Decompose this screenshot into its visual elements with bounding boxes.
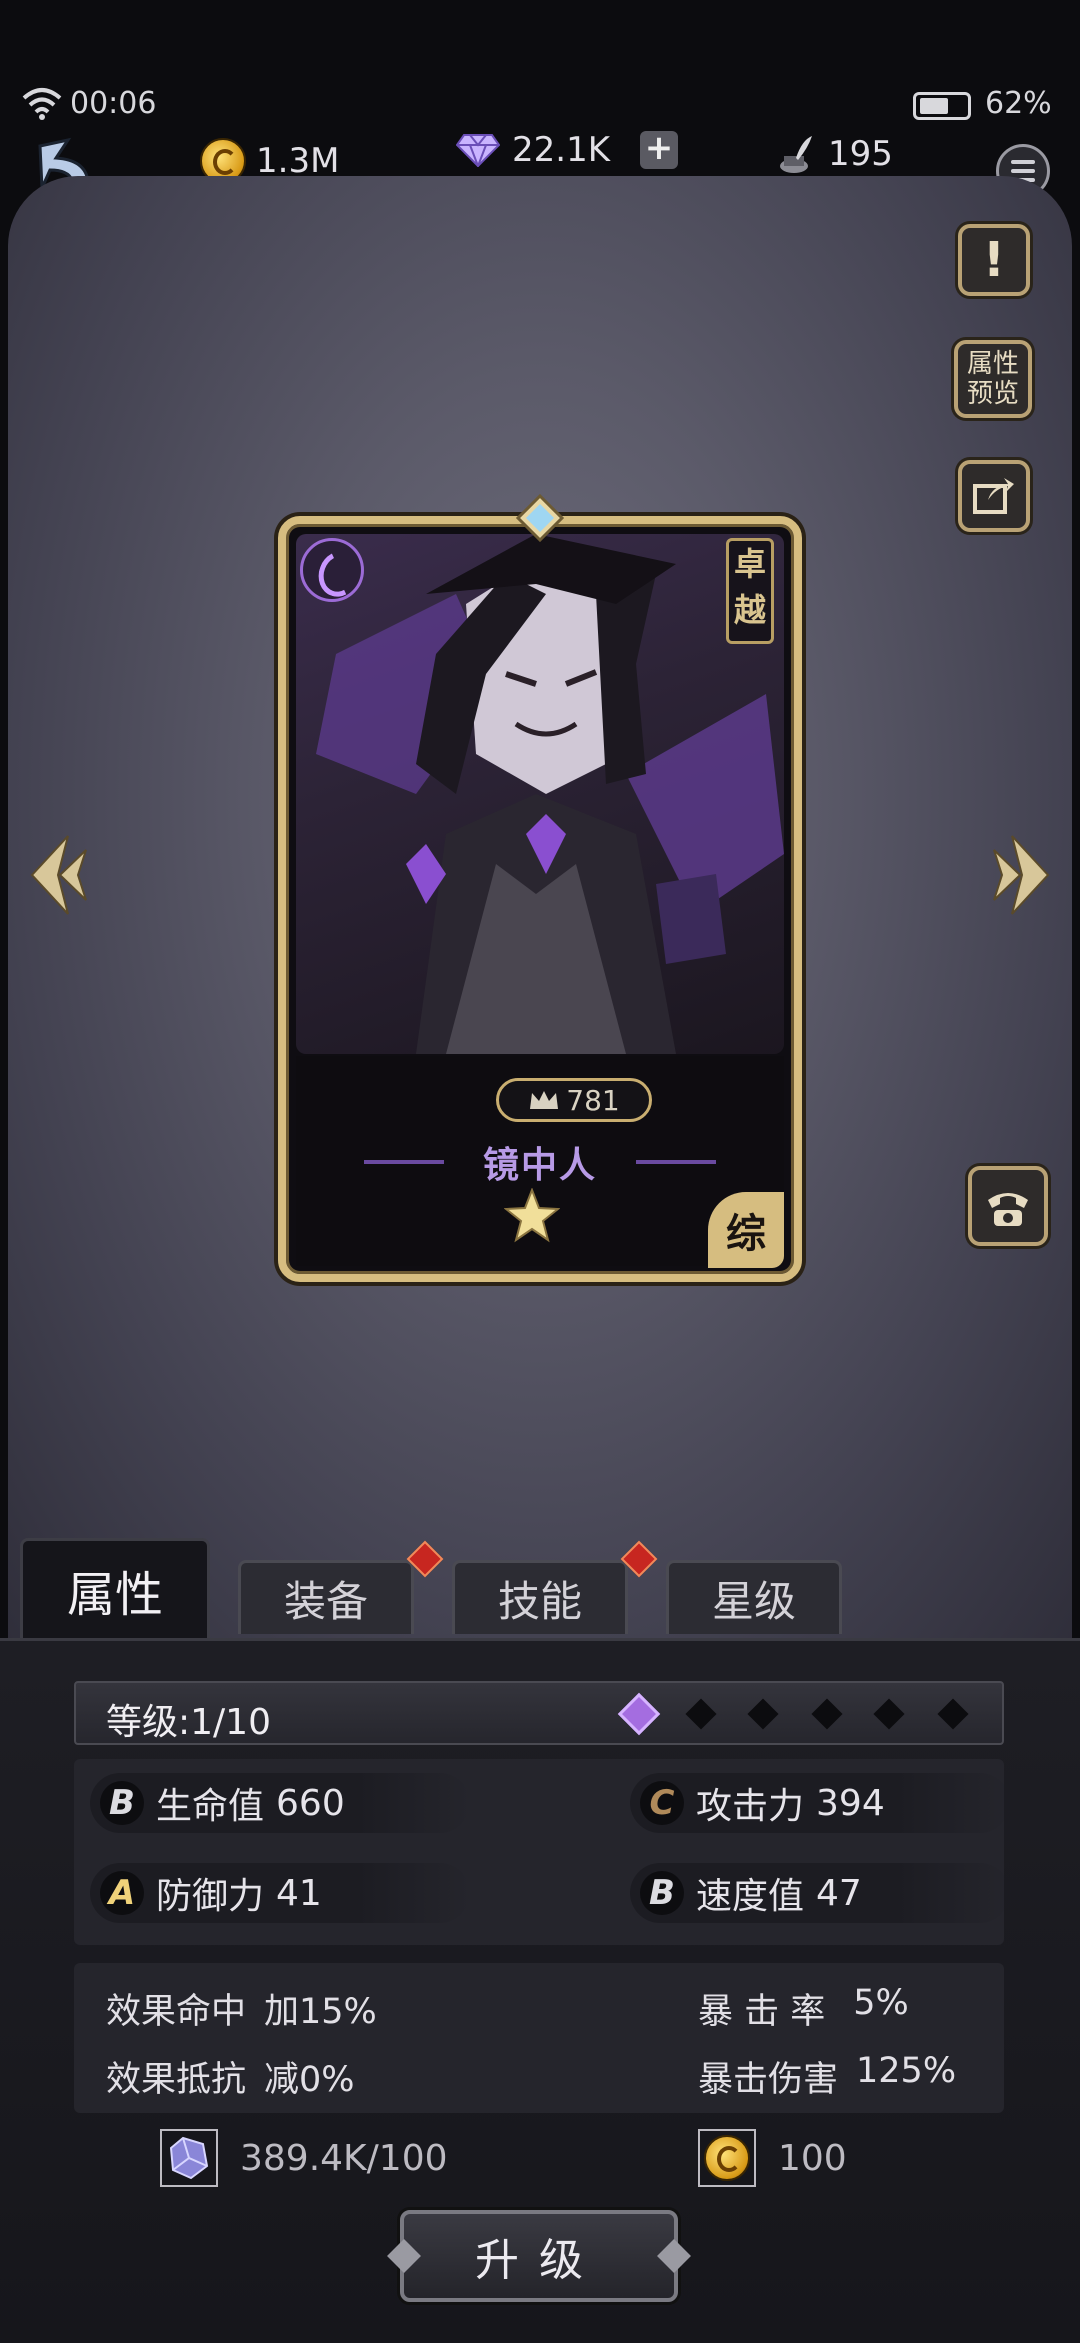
tab-label: 属性	[66, 1566, 163, 1623]
rarity-line1: 卓	[733, 545, 766, 583]
info-button[interactable]: !	[958, 224, 1030, 296]
level-pip-empty	[747, 1698, 779, 1730]
stat-value: 47	[816, 1872, 862, 1914]
level-pip-empty	[937, 1698, 969, 1730]
base-stats: B 生命值 660 C 攻击力 394 A 防御力 41 B 速度值 47	[74, 1759, 1010, 1945]
gold-amount: 1.3M	[256, 141, 340, 181]
level-text: 等级:1/10	[106, 1702, 271, 1743]
telephone-icon	[988, 1193, 1028, 1226]
tab-bar: 属性 装备 技能 星级	[0, 1538, 1080, 1638]
card-top-gem-icon	[516, 494, 564, 542]
wifi-icon	[22, 88, 62, 120]
level-pip-filled	[617, 1692, 661, 1736]
tab-label: 技能	[497, 1577, 582, 1626]
attribute-preview-button[interactable]: 属性 预览	[954, 340, 1032, 418]
crown-icon	[530, 1091, 559, 1109]
stat-attack: C 攻击力 394	[630, 1773, 1010, 1833]
crystal-icon	[160, 2129, 218, 2187]
tab-equipment[interactable]: 装备	[238, 1560, 414, 1634]
add-diamonds-button[interactable]: +	[640, 131, 678, 169]
stat-effect-hit: 效果命中 加15%	[106, 1983, 377, 2034]
stat-value: 394	[816, 1782, 885, 1824]
quill-amount: 195	[828, 134, 893, 174]
diamond-icon	[456, 134, 500, 167]
exclamation-icon: !	[983, 232, 1005, 288]
share-button[interactable]	[958, 460, 1030, 532]
status-bar: 00:06 62%	[0, 0, 1080, 140]
grade-icon: C	[640, 1781, 684, 1825]
stat-label: 防御力	[156, 1876, 265, 1917]
share-icon	[973, 478, 1014, 514]
tab-label: 星级	[711, 1577, 796, 1626]
stat-value: 660	[276, 1782, 345, 1824]
stat-crit-rate: 暴 击 率 5%	[698, 1983, 909, 2034]
quill-counter: 195	[778, 134, 893, 174]
diamond-counter: 22.1K +	[456, 130, 678, 170]
hero-power: 781	[566, 1083, 620, 1117]
stat-label: 暴 击 率	[698, 1992, 826, 2032]
stat-value: 125%	[856, 2051, 957, 2091]
status-time: 00:06	[70, 86, 157, 121]
grade-icon: B	[100, 1781, 144, 1825]
stat-speed: B 速度值 47	[630, 1863, 1010, 1923]
stat-defense: A 防御力 41	[90, 1863, 470, 1923]
hero-card[interactable]: 卓 越 781 镜中人 综	[278, 494, 802, 1282]
stat-value: 5%	[853, 1983, 909, 2023]
tab-label: 装备	[283, 1577, 368, 1626]
diamond-amount: 22.1K	[512, 130, 610, 170]
voice-button[interactable]	[968, 1166, 1048, 1246]
crystal-cost-value: 389.4K/100	[240, 2137, 448, 2179]
gold-cost-icon	[698, 2129, 756, 2187]
hero-name: 镜中人	[482, 1145, 597, 1186]
preview-label-line2: 预览	[966, 379, 1019, 409]
hero-portrait	[296, 534, 784, 1054]
grade-icon: A	[100, 1871, 144, 1915]
moon-faction-icon	[300, 538, 364, 602]
hero-artwork	[316, 534, 784, 1054]
tab-skills[interactable]: 技能	[452, 1560, 628, 1634]
previous-hero-arrow[interactable]	[28, 830, 88, 920]
stat-label: 生命值	[156, 1786, 265, 1827]
level-pip-empty	[873, 1698, 905, 1730]
extra-stats: 效果命中 加15% 暴 击 率 5% 效果抵抗 减0% 暴击伤害 125%	[74, 1963, 1004, 2113]
level-pip-empty	[811, 1698, 843, 1730]
battery-percent: 62%	[985, 86, 1052, 121]
gold-cost-value: 100	[778, 2137, 847, 2179]
stat-label: 攻击力	[696, 1786, 805, 1827]
stat-value: 41	[276, 1872, 322, 1914]
battery-icon	[913, 92, 971, 120]
quill-ink-icon	[780, 136, 812, 173]
stat-value: 减0%	[264, 2060, 355, 2100]
level-bar: 等级:1/10	[74, 1681, 1004, 1745]
preview-label-line1: 属性	[966, 349, 1019, 379]
stat-value: 加15%	[264, 1992, 377, 2032]
power-pill: 781	[496, 1078, 652, 1122]
level-pip-empty	[685, 1698, 717, 1730]
star-icon	[504, 1188, 560, 1243]
stat-label: 效果命中	[106, 1992, 247, 2032]
crystal-cost: 389.4K/100	[160, 2129, 448, 2187]
stat-crit-damage: 暴击伤害 125%	[698, 2051, 956, 2102]
rarity-line2: 越	[733, 591, 766, 629]
tab-stars[interactable]: 星级	[666, 1560, 842, 1634]
rarity-badge: 卓 越	[726, 538, 774, 644]
grade-icon: B	[640, 1871, 684, 1915]
upgrade-button[interactable]: 升级	[400, 2210, 678, 2302]
class-badge: 综	[708, 1192, 784, 1268]
stat-label: 暴击伤害	[698, 2060, 839, 2100]
tab-attributes[interactable]: 属性	[20, 1538, 210, 1638]
next-hero-arrow[interactable]	[992, 830, 1052, 920]
stat-effect-resist: 效果抵抗 减0%	[106, 2051, 355, 2102]
stat-label: 速度值	[696, 1876, 805, 1917]
stat-label: 效果抵抗	[106, 2060, 247, 2100]
gold-cost: 100	[698, 2129, 847, 2187]
stat-hp: B 生命值 660	[90, 1773, 470, 1833]
